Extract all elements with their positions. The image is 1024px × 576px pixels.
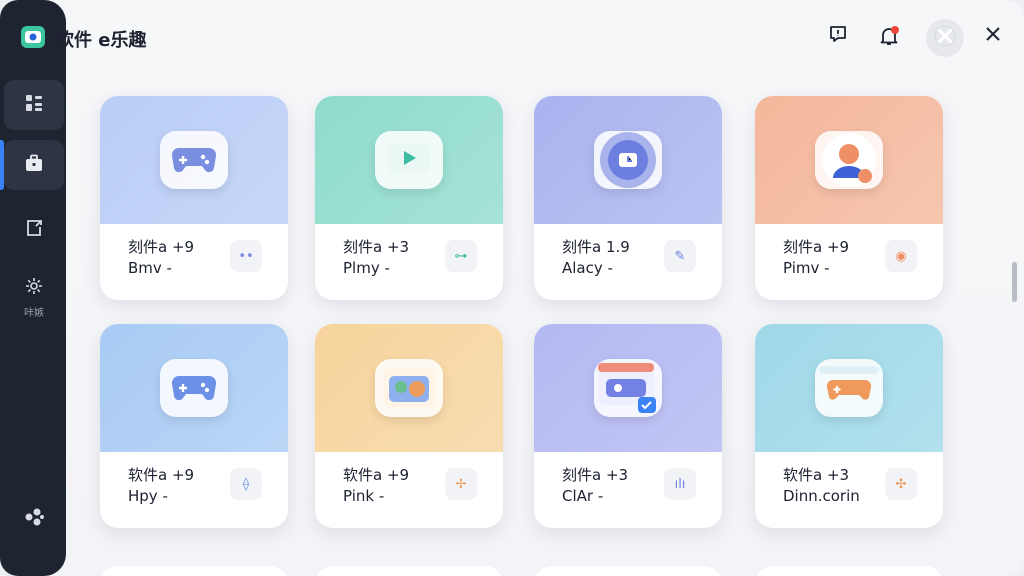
app-card[interactable]: 刻件a +3 Plmy - ⊶ xyxy=(315,96,503,300)
sidebar-item-dashboard[interactable] xyxy=(4,80,64,130)
user-profile-icon xyxy=(815,131,883,189)
close-icon xyxy=(984,25,1002,47)
card-action-button[interactable]: ⊶ xyxy=(445,240,477,272)
active-indicator xyxy=(0,140,4,190)
scrollbar-thumb[interactable] xyxy=(1012,262,1017,302)
gamepad-icon xyxy=(160,131,228,189)
gamepad-window-icon xyxy=(815,359,883,417)
sidebar-item-apps[interactable] xyxy=(0,140,64,190)
sidebar-item-settings[interactable]: 咔嫉 xyxy=(4,272,64,322)
app-window: 咔嫉 软件 e乐趣 刻件a +9 Bmv - •• 刻件a +3 Plmy - … xyxy=(0,0,1024,576)
card-title: 刻件a +9 xyxy=(128,238,195,256)
card-banner xyxy=(315,324,503,452)
avatar[interactable] xyxy=(926,19,964,57)
card-title: 软件a +9 xyxy=(343,466,410,484)
clock-dial-icon xyxy=(594,131,662,189)
card-badge-icon: ✎ xyxy=(674,248,686,264)
notification-button[interactable] xyxy=(877,24,901,48)
card-title: 刻件a +9 xyxy=(783,238,850,256)
sidebar: 咔嫉 xyxy=(0,0,66,576)
window-check-icon xyxy=(594,359,662,417)
card-banner xyxy=(100,324,288,452)
card-subtitle: Pimv - xyxy=(783,259,830,277)
card-subtitle: Alacy - xyxy=(562,259,613,277)
card-title: 刻件a +3 xyxy=(343,238,410,256)
card-peek xyxy=(534,566,722,576)
app-logo-icon xyxy=(20,24,46,50)
card-title: 刻件a +3 xyxy=(562,466,629,484)
avatar-icon xyxy=(933,24,957,52)
sidebar-item-label: 咔嫉 xyxy=(24,307,44,319)
video-play-icon xyxy=(375,131,443,189)
card-action-button[interactable]: ✎ xyxy=(664,240,696,272)
cluster-icon xyxy=(23,506,45,532)
app-card[interactable]: 刻件a 1.9 Alacy - ✎ xyxy=(534,96,722,300)
card-banner xyxy=(315,96,503,224)
card-action-button[interactable]: ılı xyxy=(664,468,696,500)
app-title: 软件 e乐趣 xyxy=(56,30,147,51)
bell-icon xyxy=(878,25,900,47)
card-banner xyxy=(534,96,722,224)
card-subtitle: Pink - xyxy=(343,487,385,505)
card-banner xyxy=(755,96,943,224)
card-action-button[interactable]: •• xyxy=(230,240,262,272)
app-card[interactable]: 软件a +9 Hpy - ⟠ xyxy=(100,324,288,528)
app-card[interactable]: 刻件a +9 Bmv - •• xyxy=(100,96,288,300)
sidebar-item-cluster[interactable] xyxy=(4,494,64,544)
app-card[interactable]: 软件a +3 Dinn.corin ✣ xyxy=(755,324,943,528)
card-badge-icon: •• xyxy=(238,248,254,264)
card-badge-icon: ılı xyxy=(674,476,686,492)
card-action-button[interactable]: ✢ xyxy=(445,468,477,500)
photo-window-icon xyxy=(375,359,443,417)
feedback-icon xyxy=(828,24,848,48)
card-title: 软件a +3 xyxy=(783,466,850,484)
gamepad-icon xyxy=(160,359,228,417)
card-action-button[interactable]: ⟠ xyxy=(230,468,262,500)
card-peek xyxy=(100,566,288,576)
gear-icon xyxy=(24,276,44,300)
card-banner xyxy=(755,324,943,452)
feedback-button[interactable] xyxy=(826,24,850,48)
card-badge-icon: ⊶ xyxy=(454,248,468,264)
briefcase-icon xyxy=(24,153,44,177)
card-title: 刻件a 1.9 xyxy=(562,238,630,256)
card-banner xyxy=(100,96,288,224)
card-subtitle: Plmy - xyxy=(343,259,390,277)
card-peek xyxy=(755,566,943,576)
card-subtitle: Hpy - xyxy=(128,487,168,505)
card-subtitle: Dinn.corin xyxy=(783,487,860,505)
card-banner xyxy=(534,324,722,452)
export-icon xyxy=(24,218,44,242)
card-badge-icon: ⟠ xyxy=(242,476,250,492)
card-action-button[interactable]: ◉ xyxy=(885,240,917,272)
sidebar-item-export[interactable] xyxy=(4,205,64,255)
card-title: 软件a +9 xyxy=(128,466,195,484)
notification-dot xyxy=(891,26,899,34)
card-subtitle: Bmv - xyxy=(128,259,172,277)
card-badge-icon: ✣ xyxy=(895,476,907,492)
app-card[interactable]: 刻件a +3 ClAr - ılı xyxy=(534,324,722,528)
card-peek xyxy=(315,566,503,576)
close-button[interactable] xyxy=(981,24,1005,48)
card-subtitle: ClAr - xyxy=(562,487,604,505)
card-badge-icon: ✢ xyxy=(455,476,467,492)
card-action-button[interactable]: ✣ xyxy=(885,468,917,500)
app-card[interactable]: 软件a +9 Pink - ✢ xyxy=(315,324,503,528)
card-badge-icon: ◉ xyxy=(895,248,907,264)
dashboard-icon xyxy=(24,93,44,117)
app-card[interactable]: 刻件a +9 Pimv - ◉ xyxy=(755,96,943,300)
